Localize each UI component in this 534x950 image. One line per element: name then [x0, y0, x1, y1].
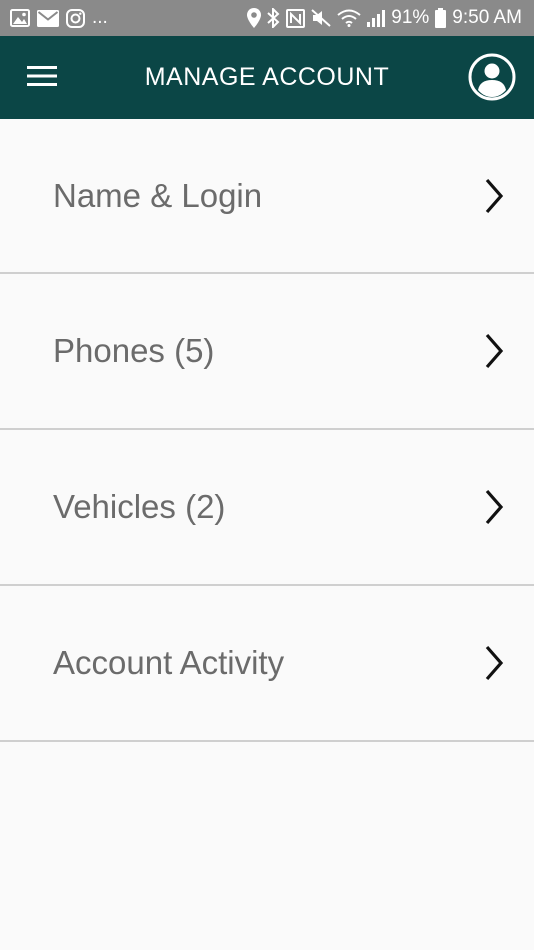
- menu-item-label: Account Activity: [53, 644, 285, 681]
- chevron-right-icon: [485, 178, 504, 213]
- gallery-icon: [10, 9, 30, 27]
- battery-percentage: 91%: [391, 7, 430, 28]
- location-icon: [247, 8, 262, 28]
- wifi-icon: [337, 9, 361, 27]
- status-bar-right: 91% 9:50 AM: [247, 7, 522, 29]
- profile-icon[interactable]: [468, 53, 516, 101]
- chevron-right-icon: [485, 645, 504, 681]
- instagram-icon: [66, 8, 85, 28]
- bluetooth-icon: [267, 8, 280, 28]
- mute-icon: [311, 9, 331, 27]
- page-title: MANAGE ACCOUNT: [144, 63, 390, 91]
- menu-item-phones[interactable]: Phones (5): [0, 274, 534, 430]
- more-notifications-indicator: ...: [92, 7, 108, 28]
- status-bar: ... 91% 9:50 AM: [0, 0, 534, 36]
- signal-icon: [367, 9, 386, 27]
- menu-item-vehicles[interactable]: Vehicles (2): [0, 430, 534, 586]
- menu-item-label: Vehicles (2): [53, 488, 226, 525]
- clock: 9:50 AM: [452, 7, 522, 28]
- menu-item-label: Name & Login: [53, 176, 263, 214]
- menu-item-name-login[interactable]: Name & Login: [0, 119, 534, 274]
- mail-icon: [37, 9, 59, 27]
- status-bar-left: ...: [10, 7, 108, 29]
- menu-item-label: Phones (5): [53, 332, 215, 369]
- battery-icon: [435, 8, 447, 28]
- hamburger-menu-icon[interactable]: [27, 64, 57, 88]
- chevron-right-icon: [485, 333, 504, 369]
- app-bar: MANAGE ACCOUNT: [0, 36, 534, 119]
- menu-item-account-activity[interactable]: Account Activity: [0, 586, 534, 742]
- account-menu-list: Name & Login Phones (5) Vehicles (2) Acc…: [0, 119, 534, 742]
- chevron-right-icon: [485, 489, 504, 525]
- nfc-icon: [286, 8, 306, 28]
